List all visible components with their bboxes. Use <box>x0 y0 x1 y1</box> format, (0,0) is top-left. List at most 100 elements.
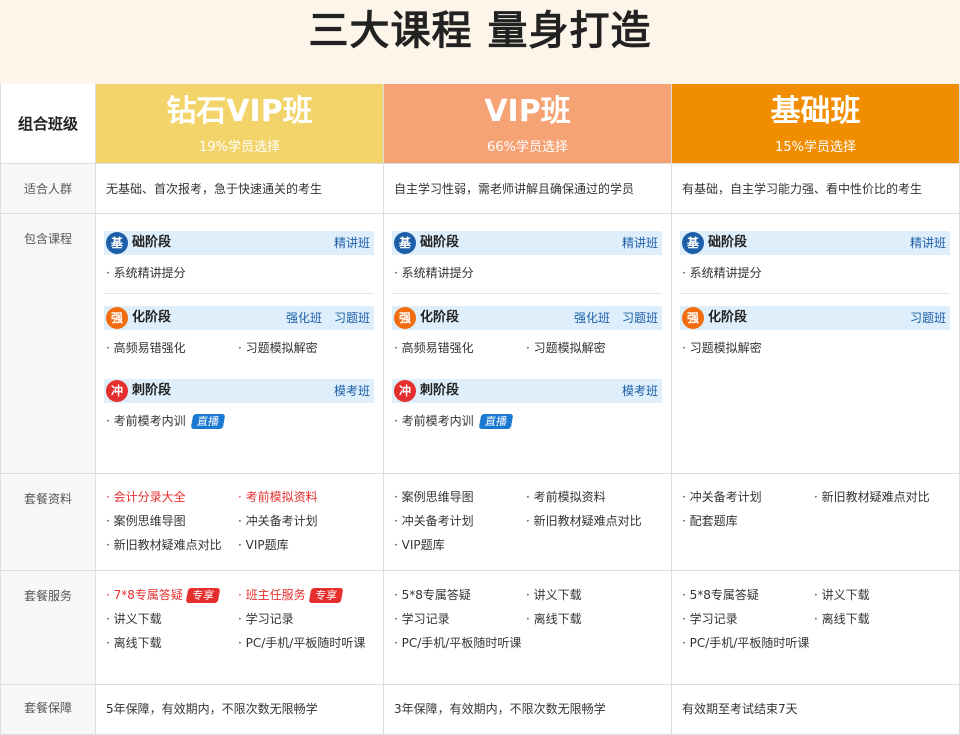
stage-intensive[interactable]: 强 化阶段 强化班 习题班 <box>392 306 662 330</box>
stage-tags: 习题班 <box>898 306 946 330</box>
class-tag[interactable]: 强化班 <box>574 311 610 325</box>
exclusive-tag: 专享 <box>308 588 343 603</box>
stage-name: 础阶段 <box>420 235 460 250</box>
stage-badge: 基 <box>106 232 128 254</box>
class-tag[interactable]: 精讲班 <box>334 236 370 250</box>
plan-header-vip[interactable]: VIP班 66%学员选择 <box>384 84 672 164</box>
stage-tags: 模考班 <box>322 379 370 403</box>
service-item: · 5*8专属答疑 <box>394 588 471 602</box>
service-item: · 7*8专属答疑 专享 <box>106 586 221 604</box>
service-item: · PC/手机/平板随时听课 <box>394 636 522 650</box>
stage-name: 刺阶段 <box>132 383 172 398</box>
services-label-cell: 套餐服务 <box>0 571 96 685</box>
material-item: · 新旧教材疑难点对比 <box>814 490 930 504</box>
stage-tags: 精讲班 <box>322 231 370 255</box>
service-item: · PC/手机/平板随时听课 <box>682 636 810 650</box>
material-item: · 配套题库 <box>682 514 738 528</box>
service-item: · 讲义下载 <box>526 588 582 602</box>
service-item: · PC/手机/平板随时听课 <box>238 636 366 650</box>
stage-foundation[interactable]: 基 础阶段 精讲班 <box>392 231 662 255</box>
class-tag[interactable]: 习题班 <box>910 311 946 325</box>
audience-label-cell: 适合人群 <box>0 164 96 214</box>
service-item: · 班主任服务 专享 <box>238 586 343 604</box>
plan-header-diamond[interactable]: 钻石VIP班 19%学员选择 <box>96 84 384 164</box>
service-item: · 学习记录 <box>238 612 294 626</box>
audience-cell: 无基础、首次报考，急于快速通关的考生 <box>96 164 384 214</box>
plan-title: VIP班 <box>484 94 571 129</box>
class-tag[interactable]: 精讲班 <box>622 236 658 250</box>
class-tag[interactable]: 模考班 <box>622 384 658 398</box>
banner: 三大课程 量身打造 <box>0 0 960 84</box>
guarantee-cell: 3年保障，有效期内，不限次数无限畅学 <box>384 685 672 735</box>
audience-label: 适合人群 <box>23 182 72 196</box>
stage-badge: 冲 <box>394 380 416 402</box>
plan-header-basic[interactable]: 基础班 15%学员选择 <box>672 84 960 164</box>
stage-badge: 强 <box>394 307 416 329</box>
class-tag[interactable]: 模考班 <box>334 384 370 398</box>
plan-title: 钻石VIP班 <box>166 94 313 129</box>
class-tag[interactable]: 强化班 <box>286 311 322 325</box>
guarantee-text: 有效期至考试结束7天 <box>682 702 798 716</box>
audience-cell: 自主学习性弱，需老师讲解且确保通过的学员 <box>384 164 672 214</box>
materials-cell-basic: · 冲关备考计划 · 新旧教材疑难点对比 · 配套题库 <box>672 474 960 571</box>
material-item: · 新旧教材疑难点对比 <box>526 514 642 528</box>
stage-name: 化阶段 <box>132 310 172 325</box>
plan-title: 基础班 <box>770 94 861 129</box>
courses-label: 包含课程 <box>23 232 72 246</box>
stage-badge: 基 <box>682 232 704 254</box>
service-text: · 班主任服务 <box>238 588 306 602</box>
stage-intensive[interactable]: 强 化阶段 强化班 习题班 <box>104 306 374 330</box>
stage-tags: 精讲班 <box>610 231 658 255</box>
course-item: · 考前模考内训 直播 <box>394 412 513 430</box>
material-item: · VIP题库 <box>238 538 289 552</box>
divider <box>104 293 374 294</box>
stage-sprint[interactable]: 冲 刺阶段 模考班 <box>104 379 374 403</box>
stage-name: 化阶段 <box>708 310 748 325</box>
stage-badge: 强 <box>106 307 128 329</box>
material-item: · 考前模拟资料 <box>238 490 318 504</box>
guarantee-label: 套餐保障 <box>23 701 72 715</box>
courses-cell-basic: 基 础阶段 精讲班 · 系统精讲提分 强 化阶段 习题班 · 习题模拟解密 <box>672 214 960 474</box>
class-tag[interactable]: 精讲班 <box>910 236 946 250</box>
stage-badge: 冲 <box>106 380 128 402</box>
guarantee-label-cell: 套餐保障 <box>0 685 96 735</box>
stage-badge: 基 <box>394 232 416 254</box>
course-item: · 系统精讲提分 <box>682 266 762 280</box>
stage-foundation[interactable]: 基 础阶段 精讲班 <box>680 231 950 255</box>
material-item: · 案例思维导图 <box>106 514 186 528</box>
course-item: · 考前模考内训 直播 <box>106 412 225 430</box>
class-tag[interactable]: 习题班 <box>622 311 658 325</box>
service-item: · 学习记录 <box>394 612 450 626</box>
course-item: · 习题模拟解密 <box>682 341 762 355</box>
stage-sprint[interactable]: 冲 刺阶段 模考班 <box>392 379 662 403</box>
material-item: · 会计分录大全 <box>106 490 186 504</box>
material-item: · 考前模拟资料 <box>526 490 606 504</box>
plan-subtitle: 19%学员选择 <box>199 140 280 155</box>
course-item: · 习题模拟解密 <box>238 341 318 355</box>
materials-label-cell: 套餐资料 <box>0 474 96 571</box>
stage-tags: 强化班 习题班 <box>562 306 658 330</box>
course-item: · 习题模拟解密 <box>526 341 606 355</box>
course-item: · 高频易错强化 <box>106 341 186 355</box>
courses-label-cell: 包含课程 <box>0 214 96 474</box>
audience-text: 无基础、首次报考，急于快速通关的考生 <box>106 182 323 196</box>
class-tag[interactable]: 习题班 <box>334 311 370 325</box>
guarantee-text: 5年保障，有效期内，不限次数无限畅学 <box>106 702 318 716</box>
stage-badge: 强 <box>682 307 704 329</box>
plan-subtitle: 66%学员选择 <box>487 140 568 155</box>
service-item: · 离线下载 <box>106 636 162 650</box>
material-item: · 冲关备考计划 <box>238 514 318 528</box>
stage-name: 化阶段 <box>420 310 460 325</box>
services-cell-diamond: · 7*8专属答疑 专享 · 班主任服务 专享 · 讲义下载 · 学习记录 · 离线… <box>96 571 384 685</box>
stage-name: 刺阶段 <box>420 383 460 398</box>
materials-cell-diamond: · 会计分录大全 · 考前模拟资料 · 案例思维导图 · 冲关备考计划 · 新旧… <box>96 474 384 571</box>
stage-tags: 强化班 习题班 <box>274 306 370 330</box>
audience-text: 自主学习性弱，需老师讲解且确保通过的学员 <box>394 182 635 196</box>
service-item: · 学习记录 <box>682 612 738 626</box>
stage-foundation[interactable]: 基 础阶段 精讲班 <box>104 231 374 255</box>
audience-text: 有基础，自主学习能力强、看中性价比的考生 <box>682 182 923 196</box>
combo-label-cell: 组合班级 <box>0 84 96 164</box>
stage-intensive[interactable]: 强 化阶段 习题班 <box>680 306 950 330</box>
divider <box>680 293 950 294</box>
material-item: · 冲关备考计划 <box>394 514 474 528</box>
